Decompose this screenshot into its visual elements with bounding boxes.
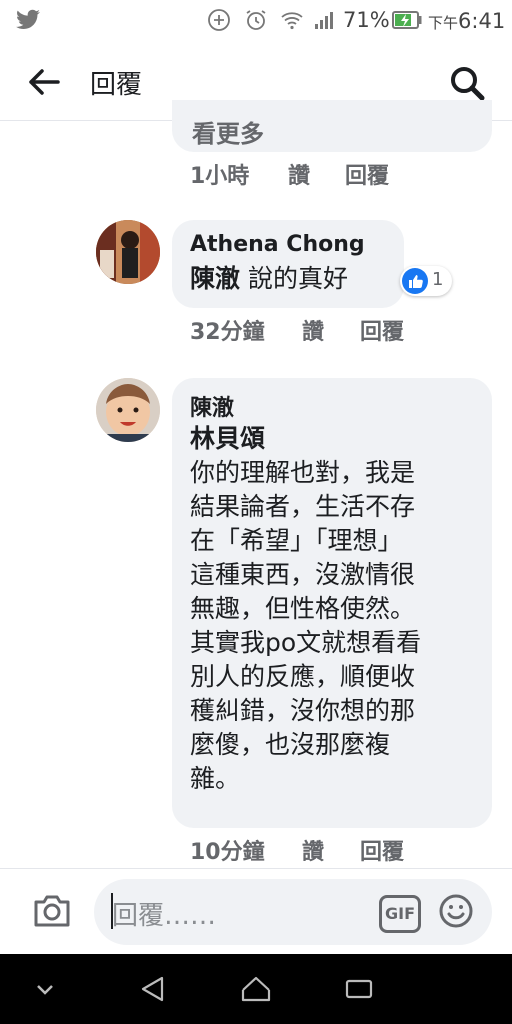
text-line: 其實我po文就想看看 (190, 628, 422, 657)
reaction-badge[interactable]: 1 (400, 266, 452, 296)
comment-author[interactable]: Athena Chong (190, 232, 365, 257)
back-nav-icon[interactable] (138, 974, 168, 1004)
comment-author[interactable]: 陳澈 (190, 390, 234, 422)
hide-keyboard-icon[interactable] (34, 980, 56, 998)
mention-link[interactable]: 林貝頌 (190, 422, 265, 456)
system-nav-bar (0, 954, 512, 1024)
wifi-icon (281, 12, 303, 30)
text-line: 在「希望」「理想」 (190, 526, 403, 555)
text-line: 麼傻，也沒那麼複 (190, 730, 391, 759)
mention-link[interactable]: 陳澈 (190, 264, 240, 293)
reply-composer: 回覆…… GIF (0, 868, 512, 955)
camera-icon[interactable] (32, 893, 72, 929)
gif-button[interactable]: GIF (379, 895, 421, 933)
reply-placeholder: 回覆…… (112, 901, 217, 931)
reaction-count: 1 (432, 269, 444, 290)
text-line: 你的理解也對，我是 (190, 458, 416, 487)
reply-input[interactable]: 回覆…… GIF (94, 879, 492, 945)
signal-icon (315, 12, 333, 29)
status-bar: 71% 下午6:41 (0, 0, 512, 40)
recent-apps-icon[interactable] (344, 976, 374, 1002)
emoji-icon[interactable] (438, 893, 474, 929)
avatar-athena[interactable] (96, 220, 160, 284)
text-line: 雜。 (190, 764, 241, 793)
comment-time: 1小時 (190, 164, 250, 189)
text-line: 別人的反應，順便收 (190, 662, 416, 691)
reply-link[interactable]: 回覆 (345, 158, 389, 190)
comment-bubble-chen: 陳澈 林貝頌 你的理解也對，我是 結果論者，生活不存 在「希望」「理想」 這種東… (172, 378, 492, 828)
clock: 下午6:41 (428, 9, 506, 33)
text-line: 穫糾錯，沒你想的那 (190, 696, 416, 725)
comment-text: 你的理解也對，我是 結果論者，生活不存 在「希望」「理想」 這種東西，沒激情很 … (190, 456, 480, 796)
like-link[interactable]: 讚 (302, 314, 324, 346)
comment-meta-chen: 10分鐘 讚 回覆 (190, 834, 490, 866)
twitter-icon (16, 9, 40, 29)
comment-time: 32分鐘 (190, 320, 265, 345)
comment-meta-athena: 32分鐘 讚 回覆 (190, 314, 490, 346)
reply-link[interactable]: 回覆 (360, 834, 404, 866)
avatar-chen[interactable] (96, 378, 160, 442)
reply-link[interactable]: 回覆 (360, 314, 404, 346)
prev-comment-meta: 1小時 讚 回覆 (190, 158, 490, 190)
comment-time: 10分鐘 (190, 840, 265, 865)
battery-percent: 71% (343, 8, 390, 32)
text-line: 這種東西，沒激情很 (190, 560, 416, 589)
text-line: 結果論者，生活不存 (190, 492, 416, 521)
home-nav-icon[interactable] (240, 974, 272, 1004)
like-link[interactable]: 讚 (288, 158, 310, 190)
avatar-photo (96, 378, 160, 442)
like-reaction-icon (402, 268, 428, 294)
comment-body: 說的真好 (240, 264, 348, 293)
text-line: 無趣，但性格使然。 (190, 594, 416, 623)
avatar-photo (96, 220, 160, 284)
add-circle-icon (208, 9, 230, 31)
comment-text: 陳澈 說的真好 (190, 262, 348, 296)
comment-bubble-athena: Athena Chong 陳澈 說的真好 (172, 220, 404, 308)
like-link[interactable]: 讚 (302, 834, 324, 866)
alarm-icon (246, 10, 266, 30)
battery-icon (392, 11, 422, 29)
